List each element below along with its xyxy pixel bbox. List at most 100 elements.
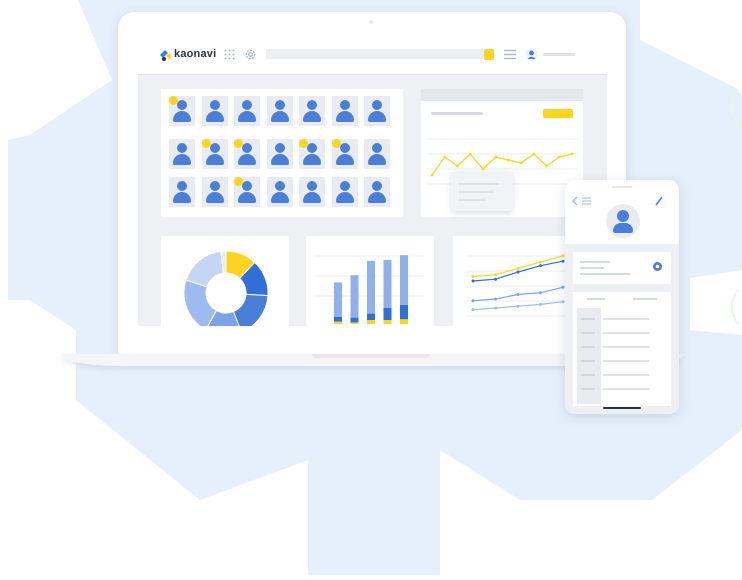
- table-label-line: [581, 332, 595, 334]
- series-point: [516, 266, 520, 270]
- bar-segment-light: [350, 275, 359, 318]
- back-chevron-icon[interactable]: [571, 197, 579, 205]
- employee-avatar-tile[interactable]: [169, 177, 195, 207]
- bar-segment-dark: [383, 308, 392, 320]
- menu-icon[interactable]: [504, 49, 516, 60]
- bar-segment-light: [383, 260, 392, 308]
- tooltip-line: [459, 183, 499, 185]
- series-point: [471, 275, 475, 278]
- person-body-icon: [205, 192, 224, 203]
- person-head-icon: [274, 100, 285, 110]
- donut-slice: [232, 293, 269, 326]
- bar-segment-dark: [367, 313, 375, 320]
- table-label-line: [581, 388, 595, 390]
- person-body-icon: [173, 192, 191, 203]
- trend-title-placeholder: [431, 112, 483, 115]
- employee-avatar-tile[interactable]: [364, 139, 390, 169]
- person-head-icon: [307, 143, 317, 153]
- stacked-bar-chart: [316, 255, 424, 324]
- employee-avatar-tile[interactable]: [299, 139, 325, 169]
- donut-chart-panel: [161, 236, 289, 326]
- trend-panel: [421, 89, 583, 217]
- employee-avatar-tile[interactable]: [169, 139, 195, 169]
- person-head-icon: [209, 181, 220, 191]
- trend-point: [456, 164, 459, 168]
- trend-point: [570, 152, 574, 156]
- bar-segment-yellow: [367, 320, 375, 324]
- star-badge-icon: [234, 139, 243, 148]
- donut-slice: [185, 250, 225, 288]
- employee-avatar-tile[interactable]: [201, 177, 228, 207]
- employee-avatar-tile[interactable]: [234, 96, 260, 126]
- employee-avatar-tile[interactable]: [331, 139, 358, 169]
- employee-avatar-tile[interactable]: [331, 96, 358, 126]
- employee-avatar-tile[interactable]: [234, 177, 260, 207]
- info-line: [580, 267, 604, 269]
- person-head-icon: [307, 100, 317, 110]
- series-point: [494, 277, 497, 281]
- person-body-icon: [303, 111, 321, 122]
- multi-line-chart: [467, 254, 571, 317]
- employee-avatar-tile[interactable]: [299, 177, 325, 207]
- star-badge-icon: [299, 139, 308, 148]
- person-body-icon: [238, 111, 256, 122]
- trend-point: [545, 164, 548, 168]
- table-cell-line: [603, 360, 649, 362]
- user-avatar-icon[interactable]: [525, 48, 538, 61]
- series-point: [471, 308, 475, 312]
- settings-badge-icon[interactable]: [653, 262, 662, 271]
- list-icon[interactable]: [582, 197, 591, 205]
- trend-point: [468, 152, 472, 156]
- table-label-line: [581, 360, 595, 362]
- bar-segment-yellow: [334, 321, 342, 324]
- employee-avatar-tile[interactable]: [266, 96, 293, 126]
- employee-avatar-tile[interactable]: [266, 177, 293, 207]
- person-body-icon: [238, 154, 256, 165]
- phone-table-card: [573, 292, 671, 406]
- person-head-icon: [177, 100, 187, 110]
- trend-point: [532, 152, 536, 156]
- bar-chart-panel: [306, 236, 434, 326]
- person-head-icon: [339, 143, 350, 153]
- person-body-icon: [173, 111, 191, 122]
- person-body-icon: [173, 154, 191, 165]
- search-input[interactable]: [266, 49, 484, 59]
- table-label-line: [581, 318, 595, 320]
- series-point: [471, 299, 475, 303]
- bar-segment-light: [334, 282, 342, 317]
- bar-segment-light: [400, 255, 408, 305]
- laptop-base-notch: [312, 354, 430, 358]
- employee-avatar-tile[interactable]: [266, 139, 293, 169]
- edit-pencil-icon[interactable]: [655, 196, 663, 206]
- search-button[interactable]: [484, 49, 494, 60]
- series-point: [539, 260, 542, 264]
- employee-avatar-tile[interactable]: [169, 96, 195, 126]
- employee-avatar-tile[interactable]: [364, 177, 390, 207]
- series-point: [516, 293, 520, 296]
- employee-faces-panel: [161, 89, 403, 217]
- apps-grid-icon[interactable]: [224, 49, 235, 60]
- employee-avatar-tile[interactable]: [234, 139, 260, 169]
- kaonavi-logo-icon: [160, 50, 172, 61]
- app-header: kaonavi: [138, 34, 607, 75]
- series-point: [539, 291, 542, 295]
- person-head-icon: [372, 143, 382, 153]
- person-body-icon: [270, 154, 289, 165]
- star-badge-icon: [201, 139, 211, 148]
- employee-avatar-tile[interactable]: [201, 96, 228, 126]
- gear-icon[interactable]: [244, 48, 257, 61]
- person-head-icon: [307, 181, 317, 191]
- person-head-icon: [339, 100, 350, 110]
- trend-action-button[interactable]: [543, 109, 573, 118]
- employee-avatar-tile[interactable]: [299, 96, 325, 126]
- person-body-icon: [335, 154, 354, 165]
- employee-avatar-tile[interactable]: [364, 96, 390, 126]
- employee-avatar-tile[interactable]: [201, 139, 228, 169]
- trend-point: [519, 161, 523, 165]
- person-body-icon: [368, 111, 386, 122]
- profile-avatar-body: [613, 223, 633, 233]
- person-body-icon: [238, 192, 256, 203]
- tooltip-line: [459, 191, 493, 193]
- logo-text: kaonavi: [174, 48, 217, 60]
- employee-avatar-tile[interactable]: [331, 177, 358, 207]
